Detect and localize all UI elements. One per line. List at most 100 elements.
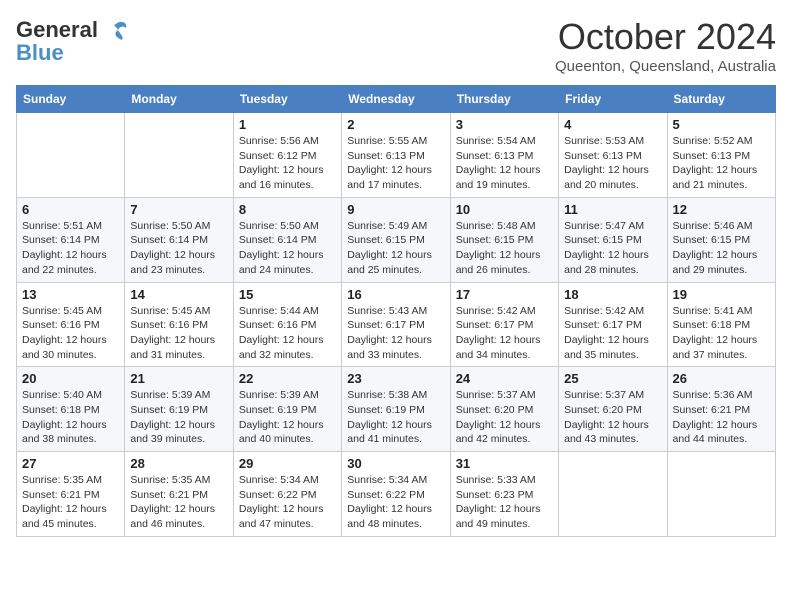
day-info-21: Sunrise: 5:39 AMSunset: 6:19 PMDaylight:… xyxy=(130,388,227,447)
day-info-13: Sunrise: 5:45 AMSunset: 6:16 PMDaylight:… xyxy=(22,304,119,363)
day-cell-19: 19Sunrise: 5:41 AMSunset: 6:18 PMDayligh… xyxy=(667,282,775,367)
day-info-8: Sunrise: 5:50 AMSunset: 6:14 PMDaylight:… xyxy=(239,219,336,278)
day-number-30: 30 xyxy=(347,456,444,471)
day-info-24: Sunrise: 5:37 AMSunset: 6:20 PMDaylight:… xyxy=(456,388,553,447)
day-cell-29: 29Sunrise: 5:34 AMSunset: 6:22 PMDayligh… xyxy=(233,452,341,537)
day-cell-3: 3Sunrise: 5:54 AMSunset: 6:13 PMDaylight… xyxy=(450,113,558,198)
day-cell-16: 16 Sunrise: 5:43 AMSunset: 6:17 PMDayligh… xyxy=(342,282,450,367)
day-cell-6: 6Sunrise: 5:51 AMSunset: 6:14 PMDaylight… xyxy=(17,197,125,282)
page-header: General Blue October 2024 Queenton, Quee… xyxy=(16,16,776,75)
day-cell-8: 8 Sunrise: 5:50 AMSunset: 6:14 PMDaylight… xyxy=(233,197,341,282)
day-info-2: Sunrise: 5:55 AMSunset: 6:13 PMDaylight:… xyxy=(347,134,444,193)
day-info-5: Sunrise: 5:52 AMSunset: 6:13 PMDaylight:… xyxy=(673,134,770,193)
day-info-9: Sunrise: 5:49 AMSunset: 6:15 PMDaylight:… xyxy=(347,219,444,278)
day-number-22: 22 xyxy=(239,371,336,386)
day-cell-7: 7 Sunrise: 5:50 AMSunset: 6:14 PMDaylight… xyxy=(125,197,233,282)
day-cell-10: 10 Sunrise: 5:48 AMSunset: 6:15 PMDayligh… xyxy=(450,197,558,282)
day-cell-27: 27 Sunrise: 5:35 AMSunset: 6:21 PMDayligh… xyxy=(17,452,125,537)
day-info-16: Sunrise: 5:43 AMSunset: 6:17 PMDaylight:… xyxy=(347,304,444,363)
week-row-1: 1Sunrise: 5:56 AMSunset: 6:12 PMDaylight… xyxy=(17,113,776,198)
day-info-25: Sunrise: 5:37 AMSunset: 6:20 PMDaylight:… xyxy=(564,388,661,447)
day-number-25: 25 xyxy=(564,371,661,386)
day-cell-24: 24 Sunrise: 5:37 AMSunset: 6:20 PMDayligh… xyxy=(450,367,558,452)
day-number-27: 27 xyxy=(22,456,119,471)
header-wednesday: Wednesday xyxy=(342,86,450,113)
day-info-17: Sunrise: 5:42 AMSunset: 6:17 PMDaylight:… xyxy=(456,304,553,363)
day-info-10: Sunrise: 5:48 AMSunset: 6:15 PMDaylight:… xyxy=(456,219,553,278)
day-number-15: 15 xyxy=(239,287,336,302)
day-cell-9: 9 Sunrise: 5:49 AMSunset: 6:15 PMDaylight… xyxy=(342,197,450,282)
header-saturday: Saturday xyxy=(667,86,775,113)
day-number-9: 9 xyxy=(347,202,444,217)
day-info-27: Sunrise: 5:35 AMSunset: 6:21 PMDaylight:… xyxy=(22,473,119,532)
day-cell-4: 4Sunrise: 5:53 AMSunset: 6:13 PMDaylight… xyxy=(559,113,667,198)
day-number-14: 14 xyxy=(130,287,227,302)
header-friday: Friday xyxy=(559,86,667,113)
day-cell-14: 14 Sunrise: 5:45 AMSunset: 6:16 PMDayligh… xyxy=(125,282,233,367)
empty-cell xyxy=(125,113,233,198)
day-number-12: 12 xyxy=(673,202,770,217)
day-number-13: 13 xyxy=(22,287,119,302)
day-cell-15: 15 Sunrise: 5:44 AMSunset: 6:16 PMDayligh… xyxy=(233,282,341,367)
day-cell-31: 31Sunrise: 5:33 AMSunset: 6:23 PMDayligh… xyxy=(450,452,558,537)
day-cell-12: 12 Sunrise: 5:46 AMSunset: 6:15 PMDayligh… xyxy=(667,197,775,282)
day-cell-11: 11Sunrise: 5:47 AMSunset: 6:15 PMDayligh… xyxy=(559,197,667,282)
day-info-12: Sunrise: 5:46 AMSunset: 6:15 PMDaylight:… xyxy=(673,219,770,278)
day-cell-22: 22 Sunrise: 5:39 AMSunset: 6:19 PMDayligh… xyxy=(233,367,341,452)
month-year-title: October 2024 xyxy=(555,16,776,58)
day-info-31: Sunrise: 5:33 AMSunset: 6:23 PMDaylight:… xyxy=(456,473,553,532)
day-info-4: Sunrise: 5:53 AMSunset: 6:13 PMDaylight:… xyxy=(564,134,661,193)
day-cell-20: 20 Sunrise: 5:40 AMSunset: 6:18 PMDayligh… xyxy=(17,367,125,452)
day-cell-17: 17 Sunrise: 5:42 AMSunset: 6:17 PMDayligh… xyxy=(450,282,558,367)
day-cell-26: 26 Sunrise: 5:36 AMSunset: 6:21 PMDayligh… xyxy=(667,367,775,452)
day-cell-30: 30 Sunrise: 5:34 AMSunset: 6:22 PMDayligh… xyxy=(342,452,450,537)
day-number-16: 16 xyxy=(347,287,444,302)
day-info-22: Sunrise: 5:39 AMSunset: 6:19 PMDaylight:… xyxy=(239,388,336,447)
week-row-2: 6Sunrise: 5:51 AMSunset: 6:14 PMDaylight… xyxy=(17,197,776,282)
empty-cell xyxy=(667,452,775,537)
day-info-26: Sunrise: 5:36 AMSunset: 6:21 PMDaylight:… xyxy=(673,388,770,447)
day-number-2: 2 xyxy=(347,117,444,132)
empty-cell xyxy=(559,452,667,537)
header-sunday: Sunday xyxy=(17,86,125,113)
calendar-header-row: SundayMondayTuesdayWednesdayThursdayFrid… xyxy=(17,86,776,113)
day-info-15: Sunrise: 5:44 AMSunset: 6:16 PMDaylight:… xyxy=(239,304,336,363)
day-cell-5: 5 Sunrise: 5:52 AMSunset: 6:13 PMDaylight… xyxy=(667,113,775,198)
day-cell-13: 13 Sunrise: 5:45 AMSunset: 6:16 PMDayligh… xyxy=(17,282,125,367)
empty-cell xyxy=(17,113,125,198)
day-info-20: Sunrise: 5:40 AMSunset: 6:18 PMDaylight:… xyxy=(22,388,119,447)
day-number-10: 10 xyxy=(456,202,553,217)
day-cell-18: 18Sunrise: 5:42 AMSunset: 6:17 PMDayligh… xyxy=(559,282,667,367)
day-number-5: 5 xyxy=(673,117,770,132)
day-number-20: 20 xyxy=(22,371,119,386)
day-info-28: Sunrise: 5:35 AMSunset: 6:21 PMDaylight:… xyxy=(130,473,227,532)
day-cell-28: 28 Sunrise: 5:35 AMSunset: 6:21 PMDayligh… xyxy=(125,452,233,537)
header-tuesday: Tuesday xyxy=(233,86,341,113)
day-info-19: Sunrise: 5:41 AMSunset: 6:18 PMDaylight:… xyxy=(673,304,770,363)
logo-blue-text: Blue xyxy=(16,40,64,66)
day-number-28: 28 xyxy=(130,456,227,471)
day-number-29: 29 xyxy=(239,456,336,471)
day-info-3: Sunrise: 5:54 AMSunset: 6:13 PMDaylight:… xyxy=(456,134,553,193)
day-info-18: Sunrise: 5:42 AMSunset: 6:17 PMDaylight:… xyxy=(564,304,661,363)
day-number-24: 24 xyxy=(456,371,553,386)
location-subtitle: Queenton, Queensland, Australia xyxy=(555,58,776,75)
logo-bird-icon xyxy=(102,16,130,44)
day-info-30: Sunrise: 5:34 AMSunset: 6:22 PMDaylight:… xyxy=(347,473,444,532)
day-number-7: 7 xyxy=(130,202,227,217)
header-thursday: Thursday xyxy=(450,86,558,113)
day-info-14: Sunrise: 5:45 AMSunset: 6:16 PMDaylight:… xyxy=(130,304,227,363)
day-number-26: 26 xyxy=(673,371,770,386)
header-monday: Monday xyxy=(125,86,233,113)
title-block: October 2024 Queenton, Queensland, Austr… xyxy=(555,16,776,75)
week-row-4: 20 Sunrise: 5:40 AMSunset: 6:18 PMDayligh… xyxy=(17,367,776,452)
day-info-7: Sunrise: 5:50 AMSunset: 6:14 PMDaylight:… xyxy=(130,219,227,278)
day-number-17: 17 xyxy=(456,287,553,302)
day-number-8: 8 xyxy=(239,202,336,217)
day-number-21: 21 xyxy=(130,371,227,386)
day-cell-2: 2 Sunrise: 5:55 AMSunset: 6:13 PMDaylight… xyxy=(342,113,450,198)
week-row-3: 13 Sunrise: 5:45 AMSunset: 6:16 PMDayligh… xyxy=(17,282,776,367)
day-cell-1: 1Sunrise: 5:56 AMSunset: 6:12 PMDaylight… xyxy=(233,113,341,198)
day-number-23: 23 xyxy=(347,371,444,386)
week-row-5: 27 Sunrise: 5:35 AMSunset: 6:21 PMDayligh… xyxy=(17,452,776,537)
